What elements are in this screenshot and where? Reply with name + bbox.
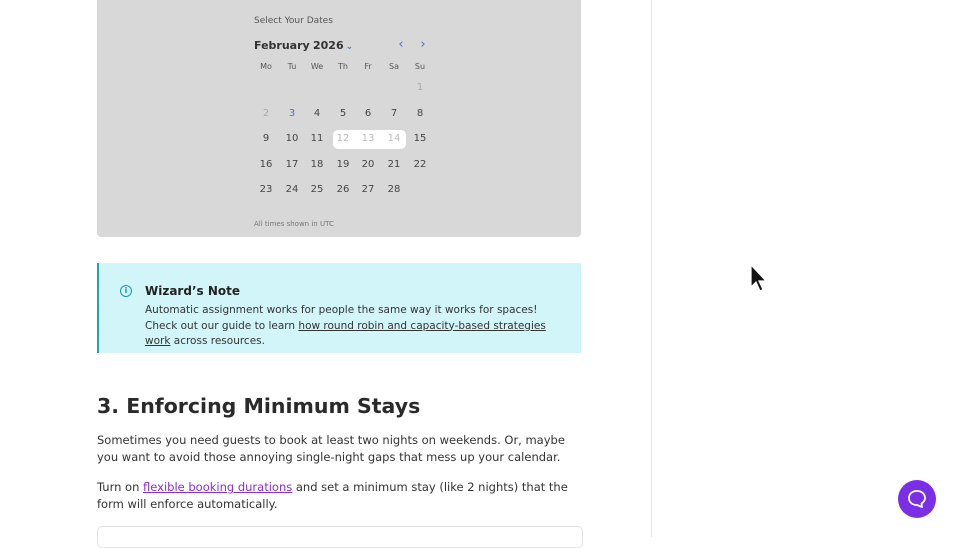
calendar-day[interactable]: 19 bbox=[330, 156, 356, 174]
year-value: 2026 bbox=[313, 39, 344, 52]
calendar-day[interactable]: 1 bbox=[407, 79, 433, 97]
note-body: Automatic assignment works for people th… bbox=[145, 303, 570, 350]
calendar-day[interactable]: 23 bbox=[253, 181, 279, 199]
calendar-day[interactable]: 4 bbox=[304, 105, 330, 123]
section-paragraph-2: Turn on flexible booking durations and s… bbox=[97, 479, 581, 513]
note-title: Wizard’s Note bbox=[145, 284, 240, 298]
weekday-header: Tu bbox=[287, 62, 297, 71]
weekday-header: Th bbox=[338, 62, 348, 71]
calendar-day[interactable]: 16 bbox=[253, 156, 279, 174]
month-value: February bbox=[254, 39, 310, 52]
calendar-day[interactable]: 3 bbox=[279, 105, 305, 123]
calendar-day[interactable]: 17 bbox=[279, 156, 305, 174]
chat-support-button[interactable] bbox=[898, 480, 936, 518]
calendar-day[interactable]: 25 bbox=[304, 181, 330, 199]
prev-month-icon[interactable]: ‹ bbox=[395, 38, 407, 52]
note-text-suffix: across resources. bbox=[170, 335, 265, 347]
calendar-day[interactable]: 24 bbox=[279, 181, 305, 199]
weekday-header: We bbox=[310, 62, 324, 71]
calendar-day[interactable]: 18 bbox=[304, 156, 330, 174]
next-card bbox=[97, 526, 583, 548]
month-select[interactable]: February ⌄ bbox=[254, 39, 319, 52]
calendar-label: Select Your Dates bbox=[254, 16, 333, 26]
wizard-note-callout: i Wizard’s Note Automatic assignment wor… bbox=[97, 263, 581, 353]
next-month-icon[interactable]: › bbox=[417, 38, 429, 52]
calendar-day[interactable]: 12 bbox=[330, 130, 356, 148]
calendar-day[interactable]: 28 bbox=[381, 181, 407, 199]
weekday-header: Su bbox=[414, 62, 426, 71]
para-text: Turn on bbox=[97, 480, 144, 494]
calendar-day[interactable]: 27 bbox=[355, 181, 381, 199]
section-paragraph-1: Sometimes you need guests to book at lea… bbox=[97, 433, 565, 464]
calendar-day[interactable]: 26 bbox=[330, 181, 356, 199]
sidebar-divider bbox=[651, 0, 652, 537]
weekday-header: Sa bbox=[389, 62, 399, 71]
calendar-heading-cropped: ━━━ ━━━━━━━ bbox=[250, 0, 445, 6]
info-icon: i bbox=[120, 285, 132, 297]
calendar-day[interactable]: 15 bbox=[407, 130, 433, 148]
calendar-day[interactable]: 6 bbox=[355, 105, 381, 123]
calendar-day[interactable]: 13 bbox=[355, 130, 381, 148]
timezone-note: All times shown in UTC bbox=[254, 220, 334, 228]
calendar-day[interactable]: 10 bbox=[279, 130, 305, 148]
calendar-day[interactable]: 11 bbox=[304, 130, 330, 148]
calendar-day[interactable]: 22 bbox=[407, 156, 433, 174]
calendar-day[interactable]: 2 bbox=[253, 105, 279, 123]
calendar-day[interactable]: 9 bbox=[253, 130, 279, 148]
section-heading: 3. Enforcing Minimum Stays bbox=[97, 394, 421, 418]
calendar-day[interactable]: 8 bbox=[407, 105, 433, 123]
calendar-day[interactable]: 21 bbox=[381, 156, 407, 174]
mouse-cursor-icon bbox=[750, 264, 768, 292]
chat-bubble-icon bbox=[908, 490, 926, 508]
calendar-day[interactable]: 20 bbox=[355, 156, 381, 174]
calendar-day[interactable]: 5 bbox=[330, 105, 356, 123]
chevron-down-icon: ⌄ bbox=[345, 42, 354, 52]
flexible-booking-link[interactable]: flexible booking durations bbox=[143, 480, 292, 494]
weekday-header: Mo bbox=[260, 62, 272, 71]
calendar-day[interactable]: 7 bbox=[381, 105, 407, 123]
article-content: ━━━ ━━━━━━━ Select Your Dates February⌄ … bbox=[0, 0, 651, 548]
weekday-header: Fr bbox=[364, 62, 372, 71]
calendar-day[interactable]: 14 bbox=[381, 130, 407, 148]
year-select[interactable]: 2026 ⌄ bbox=[313, 39, 353, 52]
